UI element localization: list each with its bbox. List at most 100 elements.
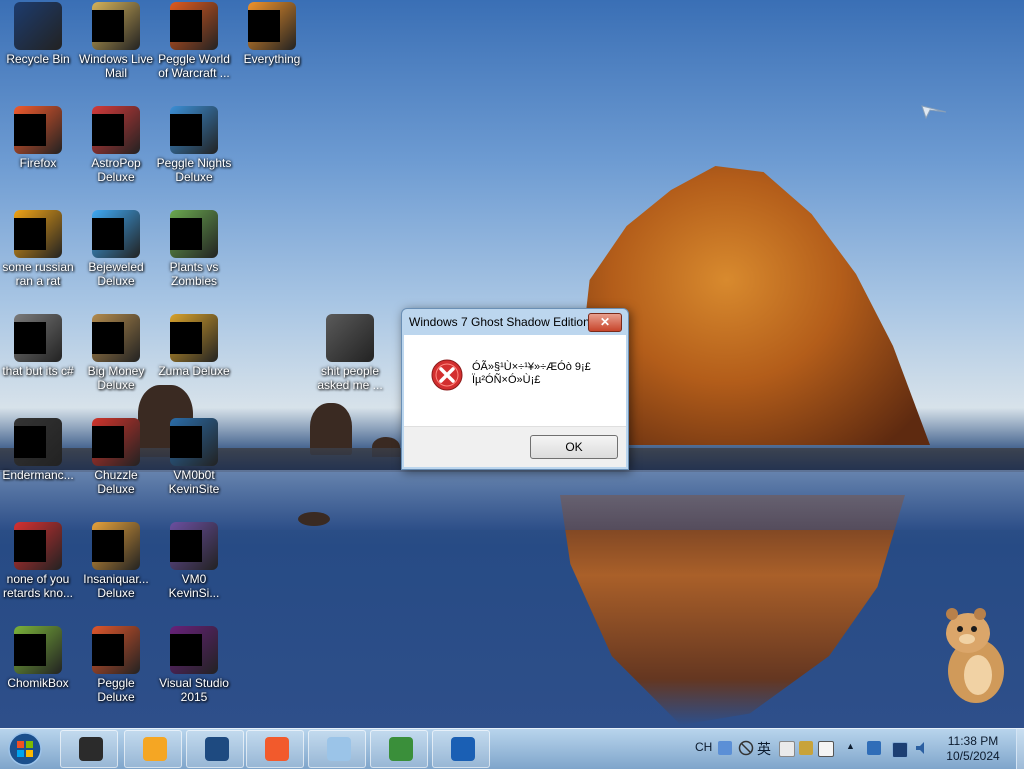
desktop-icon[interactable]: Big Money Deluxe xyxy=(78,314,154,392)
taskbar-paint[interactable] xyxy=(308,730,366,768)
desktop-icon[interactable]: Visual Studio 2015 xyxy=(156,626,232,704)
app-icon xyxy=(14,626,62,674)
paper-plane-icon xyxy=(921,105,947,120)
paint-icon xyxy=(327,737,351,761)
taskbar-media-player[interactable] xyxy=(124,730,182,768)
system-clock[interactable]: 11:38 PM 10/5/2024 xyxy=(935,734,1011,764)
redaction-box xyxy=(92,426,124,458)
redaction-box xyxy=(14,426,46,458)
redaction-box xyxy=(14,634,46,666)
dialog-message-line: Ïµ²ÓÑ×Ó»Ù¡£ xyxy=(472,374,541,386)
notes-icon[interactable] xyxy=(818,741,834,757)
desktop-icon-label: Zuma Deluxe xyxy=(158,364,230,378)
keyboard-icon[interactable] xyxy=(779,741,795,757)
desktop-icon-label: AstroPop Deluxe xyxy=(91,156,141,184)
desktop-icon[interactable]: Peggle World of Warcraft ... xyxy=(156,2,232,80)
desktop-icon[interactable]: Chuzzle Deluxe xyxy=(78,418,154,496)
taskbar-globe[interactable] xyxy=(186,730,244,768)
redaction-box xyxy=(92,218,124,250)
app-icon xyxy=(92,314,140,362)
app-icon xyxy=(14,210,62,258)
redaction-box xyxy=(14,530,46,562)
taskbar-checklist[interactable] xyxy=(370,730,428,768)
taskbar-firefox[interactable] xyxy=(246,730,304,768)
show-desktop-button[interactable] xyxy=(1016,729,1024,769)
clock-time: 11:38 PM xyxy=(947,734,999,748)
redaction-box xyxy=(92,530,124,562)
app-icon xyxy=(170,2,218,50)
checklist-icon xyxy=(389,737,413,761)
desktop-icon[interactable]: Insaniquar... Deluxe xyxy=(78,522,154,600)
ok-button[interactable]: OK xyxy=(530,435,618,459)
redaction-box xyxy=(92,322,124,354)
desktop-icon[interactable]: Windows Live Mail xyxy=(78,2,154,80)
desktop-icon[interactable]: none of you retards kno... xyxy=(0,522,76,600)
desktop-icon[interactable]: Bejeweled Deluxe xyxy=(78,210,154,288)
desktop-icon-label: none of you retards kno... xyxy=(2,572,74,600)
taskbar-explorer[interactable] xyxy=(60,730,118,768)
desktop-icon-label: VM0b0t KevinSite xyxy=(168,468,220,496)
redaction-box xyxy=(14,114,46,146)
redaction-box xyxy=(170,530,202,562)
app-icon xyxy=(170,210,218,258)
desktop-icon[interactable]: Everything xyxy=(234,2,310,66)
desktop-icon[interactable]: Zuma Deluxe xyxy=(156,314,232,378)
app-icon xyxy=(14,418,62,466)
app-icon xyxy=(92,522,140,570)
desktop-icon-label: Chuzzle Deluxe xyxy=(94,468,138,496)
ime-mode-indicator[interactable]: 英 xyxy=(757,739,771,759)
desktop-icon-label: Endermanc... xyxy=(2,468,74,482)
app-icon xyxy=(170,626,218,674)
taskbar: CH 英 ▲ 11:38 PM 10/5/2024 xyxy=(0,728,1024,769)
app-icon xyxy=(92,210,140,258)
app-icon xyxy=(92,2,140,50)
desktop-icon-label: Big Money Deluxe xyxy=(87,364,145,392)
network-icon[interactable] xyxy=(892,742,908,758)
app-icon xyxy=(14,522,62,570)
dialog-message-line: ÓÃ»§¹Ù×÷¹¥»÷ÆÓò 9¡£ xyxy=(472,361,591,373)
desktop[interactable]: Recycle Bin Windows Live Mail Peggle World… xyxy=(0,0,1024,728)
desktop-icon[interactable]: Peggle Deluxe xyxy=(78,626,154,704)
desktop-icon-label: VM0 KevinSi... xyxy=(168,572,220,600)
start-button[interactable] xyxy=(4,731,46,767)
desktop-icon[interactable]: some russian ran a rat xyxy=(0,210,76,288)
desktop-icon[interactable]: Firefox xyxy=(0,106,76,170)
block-icon[interactable] xyxy=(738,740,754,756)
desktop-icon[interactable]: that but its c# xyxy=(0,314,76,378)
taskbar-tablet[interactable] xyxy=(432,730,490,768)
desktop-icon-label: Peggle Deluxe xyxy=(97,676,135,704)
error-dialog: Windows 7 Ghost Shadow Edition ✕ ÓÃ»§¹Ù×… xyxy=(401,308,629,470)
desktop-icon[interactable]: Plants vs Zombies xyxy=(156,210,232,288)
volume-icon[interactable] xyxy=(914,740,930,756)
desktop-icon-label: Everything xyxy=(243,52,301,66)
desktop-icon[interactable]: Endermanc... xyxy=(0,418,76,482)
language-indicator[interactable]: CH xyxy=(695,740,712,754)
show-hidden-icons-chevron-icon[interactable]: ▲ xyxy=(846,741,855,751)
hamster-icon xyxy=(946,608,1004,703)
desktop-icon[interactable]: VM0b0t KevinSite xyxy=(156,418,232,496)
redaction-box xyxy=(170,218,202,250)
ime-icon[interactable] xyxy=(718,741,732,755)
redaction-box xyxy=(170,10,202,42)
desktop-icon[interactable]: VM0 KevinSi... xyxy=(156,522,232,600)
redaction-box xyxy=(248,10,280,42)
desktop-icon-label: Recycle Bin xyxy=(6,52,70,66)
desktop-icon[interactable]: ChomikBox xyxy=(0,626,76,690)
wallpaper-rock-small xyxy=(298,512,330,526)
app-icon xyxy=(170,314,218,362)
app-icon xyxy=(92,626,140,674)
desktop-icon[interactable]: Peggle Nights Deluxe xyxy=(156,106,232,184)
desktop-icon[interactable]: Recycle Bin xyxy=(0,2,76,66)
dialog-footer: OK xyxy=(404,426,626,467)
redaction-box xyxy=(14,322,46,354)
app-icon xyxy=(326,314,374,362)
globe-icon xyxy=(205,737,229,761)
app-icon xyxy=(248,2,296,50)
app-icon xyxy=(14,106,62,154)
settings-icon[interactable] xyxy=(799,741,813,755)
desktop-icon[interactable]: shit people asked me ... xyxy=(312,314,388,392)
desktop-icon-label: Visual Studio 2015 xyxy=(159,676,229,704)
dialog-close-button[interactable]: ✕ xyxy=(588,313,622,332)
tray-app-icon[interactable] xyxy=(867,741,881,755)
desktop-icon[interactable]: AstroPop Deluxe xyxy=(78,106,154,184)
